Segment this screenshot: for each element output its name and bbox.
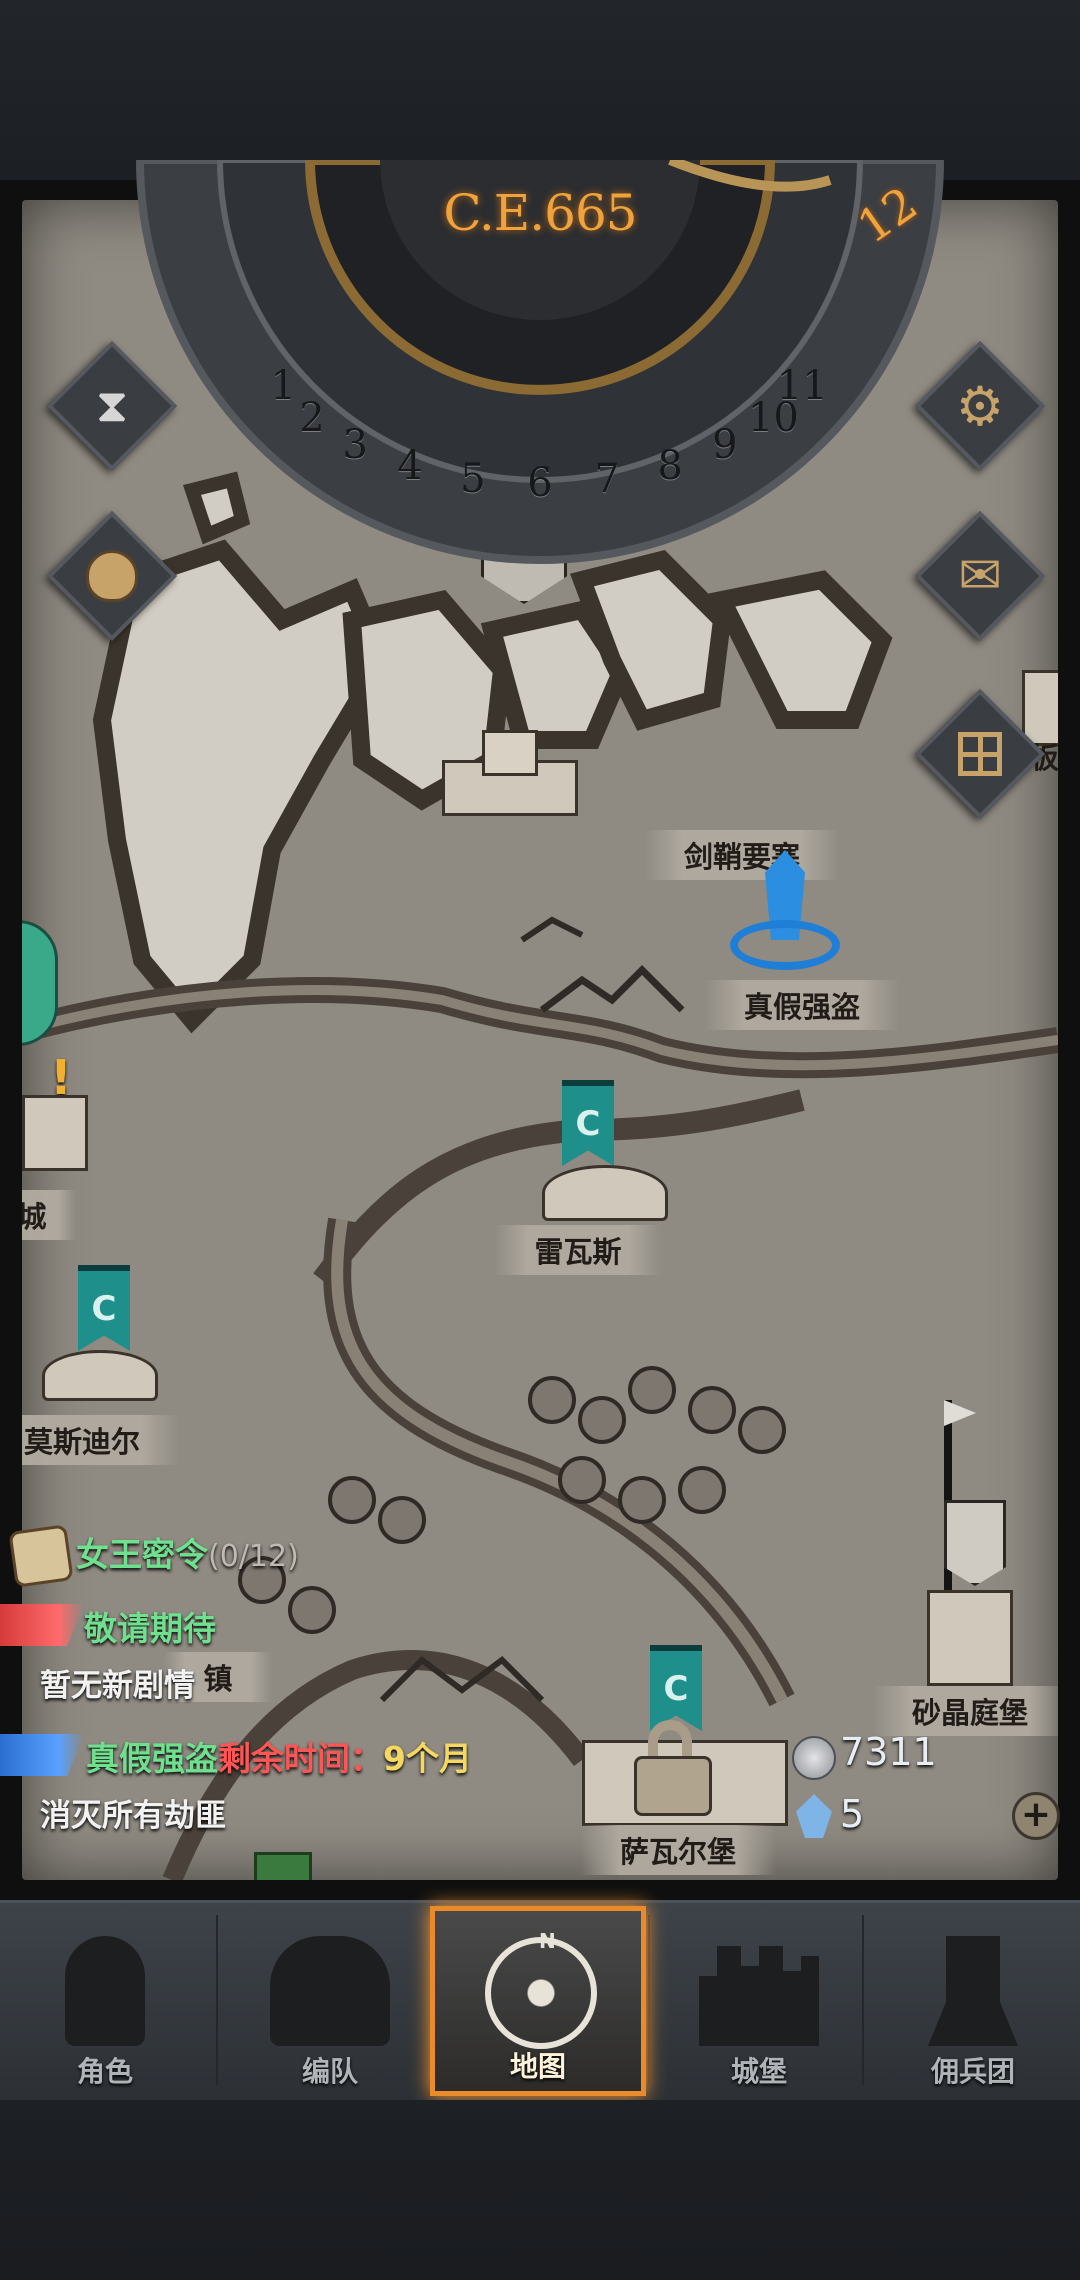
crossed-swords-banner-icon (928, 1936, 1018, 2046)
city-left-partial[interactable] (22, 1095, 88, 1171)
tower-icon (482, 730, 538, 776)
top-bar (0, 0, 1080, 180)
nav-label: 编队 (301, 2055, 358, 2088)
quest-goal: 消灭所有劫匪 (40, 1790, 226, 1835)
month-number: 11 (776, 363, 828, 410)
nav-divider (216, 1915, 218, 2085)
bottom-bar (0, 2100, 1080, 2280)
place-label-leiwasi[interactable]: 雷瓦斯 (494, 1225, 662, 1275)
castle-shajing[interactable] (927, 1590, 1013, 1686)
place-label-zhenjia[interactable]: 真假强盗 (703, 980, 901, 1030)
money-bag-icon (86, 550, 138, 602)
mail-icon: ✉ (958, 546, 1002, 606)
month-number: 6 (527, 460, 553, 507)
scroll-icon (8, 1524, 74, 1588)
quest-subtitle: 暂无新剧情 (40, 1660, 195, 1705)
quest-queen-order[interactable]: 女王密令(0/12) (76, 1528, 299, 1576)
quest-progress: (0/12) (208, 1539, 299, 1574)
quest-title: 敬请期待 (84, 1609, 216, 1648)
quest-stay-tuned[interactable]: 敬请期待 (84, 1602, 216, 1650)
fortress-jianqiao[interactable] (442, 720, 578, 816)
nav-tab-mercenaries[interactable]: 佣兵团 (868, 1906, 1078, 2096)
quest-title: 女王密令 (76, 1535, 208, 1574)
quest-goal-text: 消灭所有劫匪 (40, 1798, 226, 1834)
ring-icon (730, 920, 840, 970)
village-leiwasi[interactable] (542, 1165, 668, 1221)
quest-remaining-label: 剩余时间： (218, 1739, 383, 1778)
month-number: 2 (299, 395, 325, 442)
month-number: 3 (342, 422, 368, 469)
crystal-count: 5 (840, 1792, 865, 1836)
nav-tab-character[interactable]: 角色 (0, 1906, 210, 2096)
month-number: 4 (397, 443, 423, 490)
place-label-cheng[interactable]: 城 (22, 1190, 77, 1240)
padlock-icon (634, 1720, 712, 1816)
knight-helmet-icon (65, 1936, 145, 2046)
nav-label: 城堡 (730, 2055, 787, 2088)
nav-tab-map[interactable]: N 地图 (430, 1906, 646, 2096)
plus-icon: + (1020, 1794, 1052, 1835)
castle-gate-icon (958, 732, 1002, 776)
place-label-shajing[interactable]: 砂晶庭堡 (871, 1686, 1058, 1736)
gear-icon: ⚙ (955, 374, 1005, 438)
village-mosidier[interactable] (42, 1350, 158, 1401)
quest-bandit[interactable]: 真假强盗剩余时间：9个月 (86, 1732, 472, 1780)
nav-tab-formation[interactable]: 编队 (225, 1906, 435, 2096)
nav-label: 地图 (509, 2050, 566, 2083)
month-number: 5 (460, 455, 486, 502)
silver-coin-icon (792, 1736, 836, 1780)
place-label-sawaer[interactable]: 萨瓦尔堡 (579, 1825, 777, 1875)
armored-soldiers-icon (270, 1936, 390, 2046)
place-label-mosidier[interactable]: 莫斯迪尔 (22, 1415, 181, 1465)
add-currency-button[interactable]: + (1012, 1792, 1060, 1840)
silver-count: 7311 (840, 1730, 937, 1774)
crystal-quest-marker[interactable] (730, 850, 840, 980)
hourglass-icon: ⧗ (95, 378, 129, 432)
nav-label: 角色 (76, 2055, 133, 2088)
quest-remaining-value: 9个月 (383, 1739, 472, 1778)
nav-label: 佣兵团 (930, 2055, 1015, 2088)
quest-subtitle-text: 暂无新剧情 (40, 1668, 195, 1704)
month-number: 8 (657, 443, 683, 490)
quest-title: 真假强盗 (86, 1739, 218, 1778)
month-number: 7 (594, 455, 620, 502)
nav-divider (648, 1915, 650, 2085)
nav-tab-castle[interactable]: 城堡 (654, 1906, 864, 2096)
castle-icon (699, 1946, 819, 2046)
month-number: 9 (712, 422, 738, 469)
compass-icon: N (485, 1929, 597, 2049)
green-marker-icon (254, 1852, 312, 1880)
